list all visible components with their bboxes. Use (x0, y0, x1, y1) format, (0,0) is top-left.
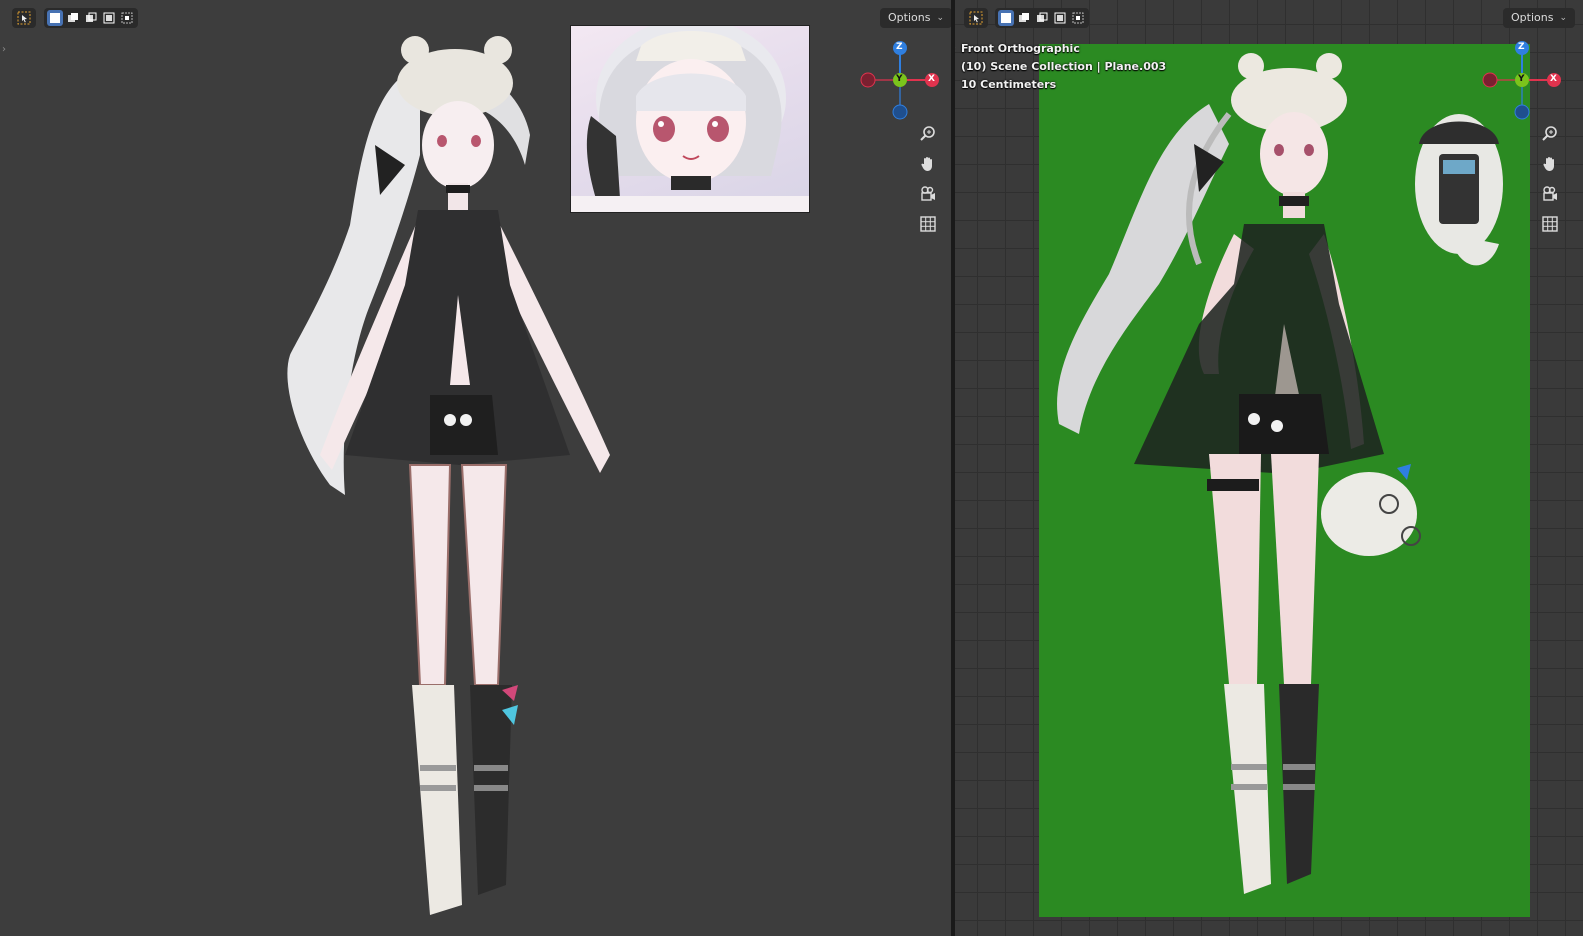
gizmo-z-label: Z (896, 42, 903, 52)
mode-set-button[interactable] (998, 10, 1014, 26)
zoom-button[interactable] (1537, 121, 1563, 147)
pan-button[interactable] (1537, 151, 1563, 177)
mode-new-icon (1001, 13, 1011, 23)
grid-toggle-button[interactable] (915, 211, 941, 237)
mode-invert-button[interactable] (1052, 10, 1068, 26)
camera-icon (921, 186, 935, 201)
scale-label: 10 Centimeters (961, 78, 1057, 91)
mode-invert-icon (103, 12, 115, 24)
camera-icon (1543, 186, 1557, 201)
mode-intersect-button[interactable] (1070, 10, 1086, 26)
gizmo-z-label: Z (1518, 42, 1525, 52)
pan-hand-icon (1543, 157, 1554, 171)
chevron-down-icon: ⌄ (936, 13, 944, 23)
options-dropdown[interactable]: Options ⌄ (1503, 8, 1575, 28)
axis-gizmo[interactable]: Z Y X (1480, 40, 1564, 124)
left-3d-viewport[interactable]: Options ⌄ › Z Y X (0, 0, 951, 936)
grid-icon (1542, 216, 1558, 232)
mode-extend-button[interactable] (1016, 10, 1032, 26)
grid-toggle-button[interactable] (1537, 211, 1563, 237)
grid-icon (920, 216, 936, 232)
mode-intersect-button[interactable] (119, 10, 135, 26)
mode-intersect-icon (121, 12, 133, 24)
mode-extend-icon (68, 13, 78, 22)
gizmo-y-label: Y (1518, 74, 1525, 84)
pan-hand-icon (921, 157, 932, 171)
gizmo-x-label: X (1550, 74, 1557, 84)
options-label: Options (1511, 11, 1554, 24)
mode-new-icon (50, 13, 60, 23)
selection-mode-group (995, 8, 1089, 28)
mode-subtract-icon (1037, 12, 1048, 22)
right-3d-viewport[interactable]: Options ⌄ ‹ (955, 0, 1583, 936)
mode-invert-button[interactable] (101, 10, 117, 26)
pan-button[interactable] (915, 151, 941, 177)
zoom-icon (920, 126, 935, 141)
zoom-icon (1542, 126, 1557, 141)
viewport-header: Options ⌄ (955, 0, 1583, 36)
selection-mode-group (44, 8, 138, 28)
character-model-left[interactable] (270, 25, 630, 925)
gizmo-x-label: X (928, 74, 935, 84)
character-render-right (1057, 53, 1503, 894)
mode-subtract-button[interactable] (83, 10, 99, 26)
green-plane-object[interactable] (1039, 44, 1530, 917)
mode-extend-button[interactable] (65, 10, 81, 26)
collapse-arrow-icon[interactable]: ‹ (955, 44, 956, 55)
viewport-info-overlay: Front Orthographic (10) Scene Collection… (961, 40, 1166, 94)
mode-subtract-icon (86, 12, 97, 22)
select-box-icon (969, 11, 983, 25)
mode-invert-icon (1054, 12, 1066, 24)
options-label: Options (888, 11, 931, 24)
view-name: Front Orthographic (961, 42, 1080, 55)
mode-extend-icon (1019, 13, 1029, 22)
camera-button[interactable] (1537, 181, 1563, 207)
axis-gizmo[interactable]: Z Y X (858, 40, 942, 124)
collection-label: (10) Scene Collection | Plane.003 (961, 60, 1167, 73)
select-tool-button[interactable] (964, 8, 988, 28)
gizmo-y-label: Y (896, 74, 903, 84)
mode-subtract-button[interactable] (1034, 10, 1050, 26)
mode-intersect-icon (1072, 12, 1084, 24)
expand-arrow-icon[interactable]: › (2, 44, 6, 55)
mode-set-button[interactable] (47, 10, 63, 26)
zoom-button[interactable] (915, 121, 941, 147)
select-tool-button[interactable] (12, 8, 36, 28)
select-box-icon (17, 11, 31, 25)
camera-button[interactable] (915, 181, 941, 207)
options-dropdown[interactable]: Options ⌄ (880, 8, 951, 28)
chevron-down-icon: ⌄ (1559, 13, 1567, 23)
